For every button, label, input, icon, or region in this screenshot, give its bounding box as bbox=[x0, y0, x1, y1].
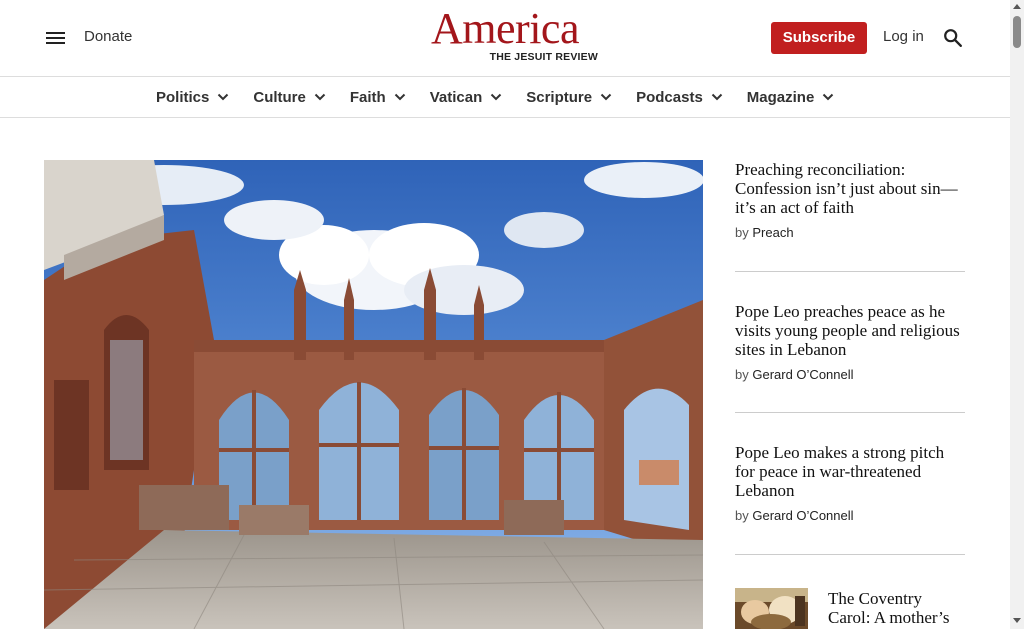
search-icon[interactable] bbox=[942, 27, 964, 49]
chevron-down-icon bbox=[600, 93, 612, 101]
author-link[interactable]: Gerard O’Connell bbox=[752, 508, 853, 523]
nav-item-podcasts[interactable]: Podcasts bbox=[636, 89, 723, 106]
story-byline: by Preach bbox=[735, 225, 965, 240]
scroll-thumb[interactable] bbox=[1013, 16, 1021, 48]
story-title[interactable]: The Coventry Carol: A mother’s bbox=[828, 589, 965, 627]
story-title[interactable]: Pope Leo makes a strong pitch for peace … bbox=[735, 443, 965, 500]
chevron-down-icon bbox=[314, 93, 326, 101]
site-header: Donate America THE JESUIT REVIEW Subscri… bbox=[0, 0, 1010, 77]
nav-item-label: Culture bbox=[253, 88, 306, 106]
nav-item-label: Scripture bbox=[526, 88, 593, 106]
story-byline: by Gerard O’Connell bbox=[735, 508, 965, 523]
story-item[interactable]: Preaching reconciliation: Confession isn… bbox=[735, 160, 965, 272]
byline-prefix: by bbox=[735, 225, 749, 240]
nav-item-politics[interactable]: Politics bbox=[156, 89, 229, 106]
byline-prefix: by bbox=[735, 367, 749, 382]
nav-item-label: Vatican bbox=[429, 88, 483, 106]
logo-wordmark: America bbox=[431, 4, 579, 53]
nav-item-faith[interactable]: Faith bbox=[350, 89, 406, 106]
chevron-down-icon bbox=[823, 93, 834, 101]
story-item[interactable]: The Coventry Carol: A mother’s bbox=[735, 588, 965, 629]
nav-item-magazine[interactable]: Magazine bbox=[747, 89, 835, 106]
chevron-down-icon bbox=[394, 93, 405, 101]
nav-item-label: Faith bbox=[349, 88, 386, 106]
author-link[interactable]: Gerard O’Connell bbox=[752, 367, 853, 382]
story-title[interactable]: Preaching reconciliation: Confession isn… bbox=[735, 160, 965, 217]
scroll-up-arrow-icon[interactable] bbox=[1013, 4, 1021, 9]
site-logo[interactable]: America THE JESUIT REVIEW bbox=[410, 7, 600, 67]
nav-item-vatican[interactable]: Vatican bbox=[430, 89, 503, 106]
vertical-scrollbar[interactable] bbox=[1010, 0, 1024, 629]
chevron-down-icon bbox=[711, 93, 723, 101]
login-link[interactable]: Log in bbox=[883, 28, 924, 45]
byline-prefix: by bbox=[735, 508, 749, 523]
nav-item-label: Podcasts bbox=[636, 88, 703, 106]
nav-item-scripture[interactable]: Scripture bbox=[526, 89, 612, 106]
story-title[interactable]: Pope Leo preaches peace as he visits you… bbox=[735, 302, 965, 359]
subscribe-button[interactable]: Subscribe bbox=[771, 22, 867, 54]
scroll-down-arrow-icon[interactable] bbox=[1013, 618, 1021, 623]
hero-image[interactable] bbox=[44, 160, 703, 629]
chevron-down-icon bbox=[218, 93, 229, 101]
story-thumbnail[interactable] bbox=[735, 588, 808, 629]
main-nav: Politics Culture Faith Vatican Scripture… bbox=[0, 77, 1010, 118]
story-item[interactable]: Pope Leo makes a strong pitch for peace … bbox=[735, 443, 965, 555]
nav-item-culture[interactable]: Culture bbox=[253, 89, 326, 106]
donate-link[interactable]: Donate bbox=[84, 28, 132, 45]
menu-icon[interactable] bbox=[44, 26, 68, 50]
story-item[interactable]: Pope Leo preaches peace as he visits you… bbox=[735, 302, 965, 413]
story-byline: by Gerard O’Connell bbox=[735, 367, 965, 382]
chevron-down-icon bbox=[491, 93, 502, 101]
cathedral-ruins-image bbox=[44, 160, 703, 629]
author-link[interactable]: Preach bbox=[752, 225, 793, 240]
nav-item-label: Magazine bbox=[746, 88, 815, 106]
nav-item-label: Politics bbox=[156, 88, 210, 106]
painting-thumbnail-image bbox=[735, 588, 808, 629]
